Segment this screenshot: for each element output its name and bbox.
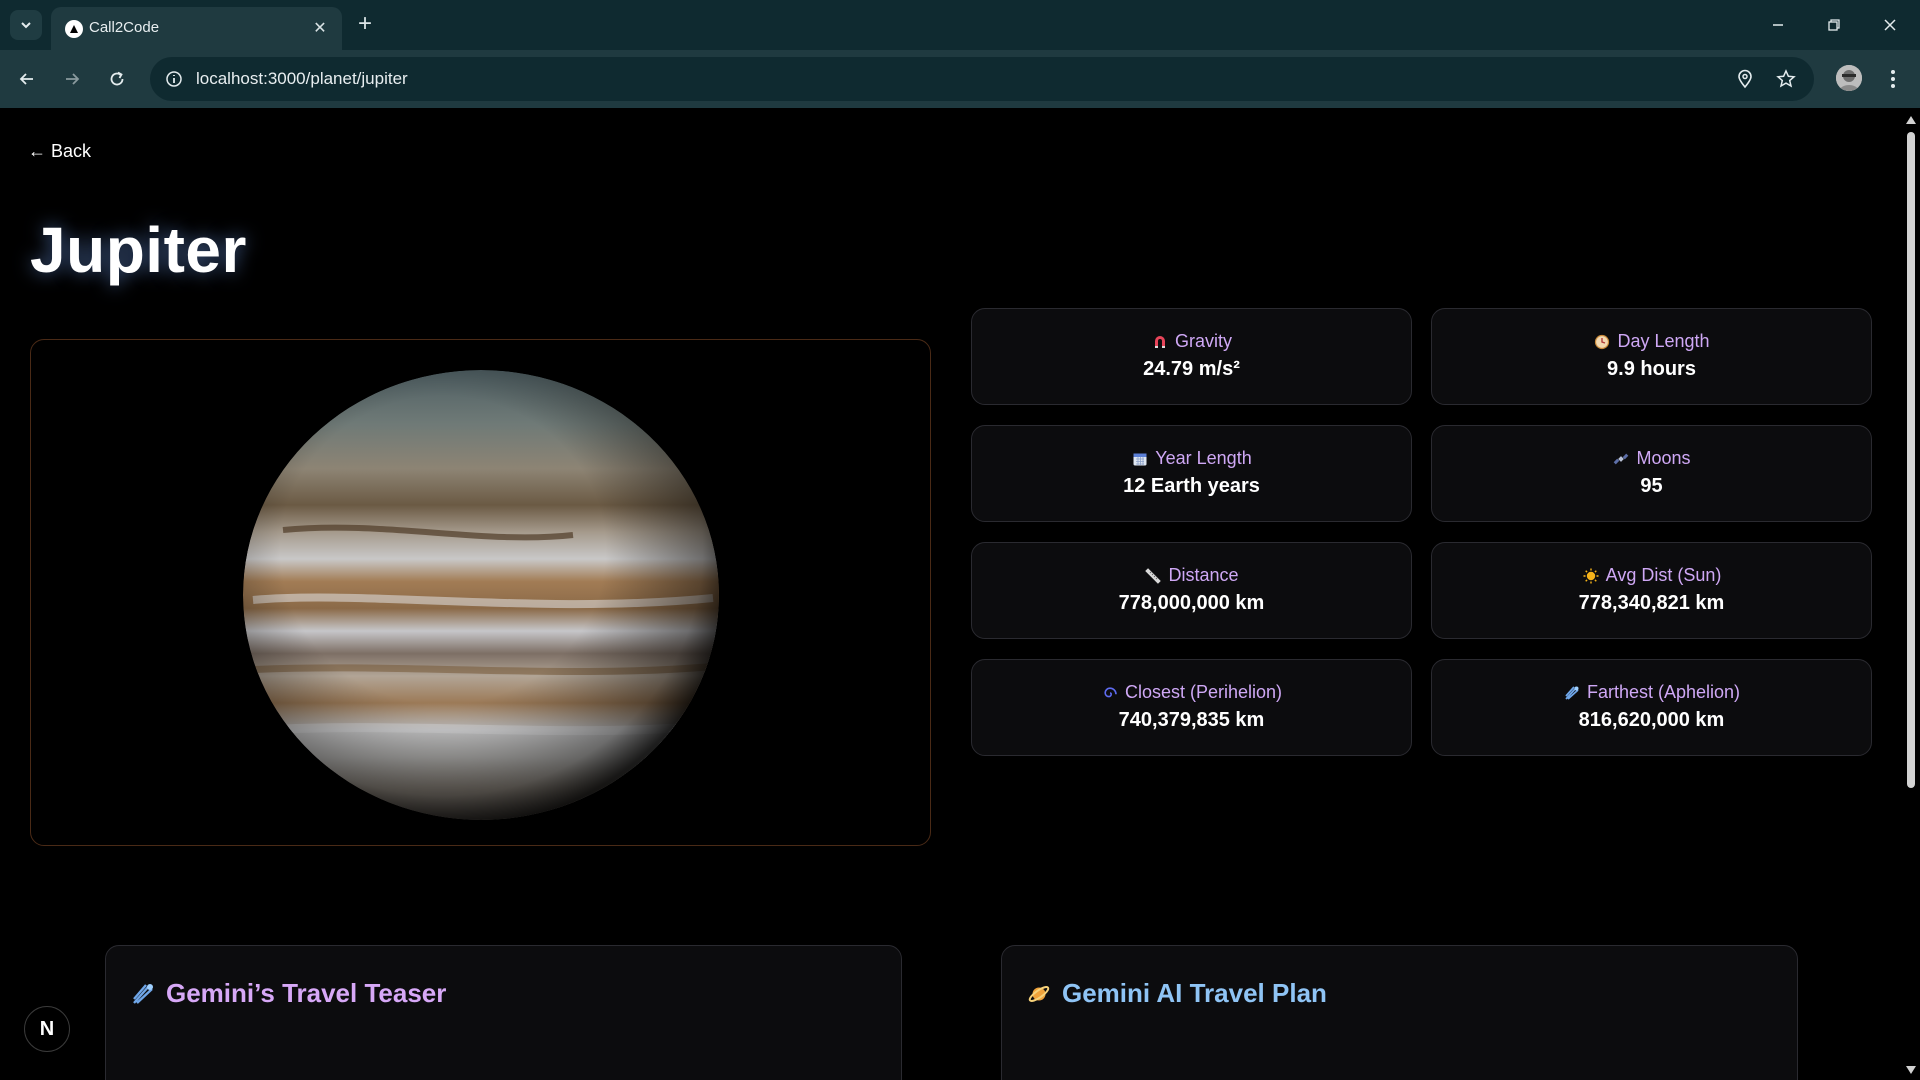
stat-card-distance: Distance 778,000,000 km: [971, 542, 1412, 639]
browser-toolbar: localhost:3000/planet/jupiter: [0, 50, 1920, 108]
arrow-right-icon: [66, 73, 80, 85]
profile-avatar[interactable]: [1836, 65, 1862, 91]
plan-title: Gemini AI Travel Plan: [1062, 978, 1327, 1008]
new-tab-button[interactable]: +: [352, 11, 378, 37]
scroll-thumb[interactable]: [1907, 132, 1915, 788]
sun-icon: [1582, 567, 1600, 585]
reload-button[interactable]: [100, 62, 134, 96]
site-info-icon[interactable]: [160, 65, 188, 93]
stat-value: 9.9 hours: [1607, 358, 1696, 380]
triangle-logo-icon: [65, 20, 83, 38]
stat-value: 778,340,821 km: [1578, 592, 1725, 614]
stat-label: Distance: [1168, 565, 1239, 585]
travel-plan-panel: Gemini AI Travel Plan: [1001, 945, 1798, 1080]
ruler-icon: [1144, 567, 1162, 585]
stat-label: Farthest (Aphelion): [1586, 682, 1741, 702]
comet-icon: [1563, 684, 1581, 702]
nextjs-dev-badge[interactable]: N: [24, 1006, 70, 1052]
teaser-title: Gemini’s Travel Teaser: [166, 978, 447, 1008]
stat-card-gravity: Gravity 24.79 m/s²: [971, 308, 1412, 405]
forward-button[interactable]: [55, 62, 89, 96]
stat-card-year-length: Year Length 12 Earth years: [971, 425, 1412, 522]
stat-label: Day Length: [1617, 331, 1710, 351]
stat-card-moons: Moons 95: [1431, 425, 1872, 522]
close-icon: [1884, 19, 1896, 31]
browser-tab[interactable]: Call2Code ✕: [51, 7, 342, 50]
back-link[interactable]: ← Back: [28, 141, 91, 162]
more-vertical-icon: [1891, 70, 1895, 88]
stat-value: 816,620,000 km: [1578, 709, 1725, 731]
close-window-button[interactable]: [1872, 10, 1908, 40]
travel-teaser-panel: Gemini’s Travel Teaser: [105, 945, 902, 1080]
page-content: ← Back Jupiter Gravity 24.79 m/s² Day Le…: [0, 108, 1902, 1080]
jupiter-planet-image: [243, 370, 719, 820]
stat-card-perihelion: Closest (Perihelion) 740,379,835 km: [971, 659, 1412, 756]
tab-title: Call2Code: [89, 19, 160, 36]
location-pin-icon[interactable]: [1733, 67, 1757, 91]
restore-button[interactable]: [1816, 10, 1852, 40]
scroll-down-arrow[interactable]: [1906, 1066, 1916, 1074]
minimize-icon: [1773, 24, 1783, 26]
scroll-up-arrow[interactable]: [1906, 116, 1916, 124]
stat-label: Avg Dist (Sun): [1605, 565, 1722, 585]
stat-value: 12 Earth years: [1123, 475, 1260, 497]
reload-icon: [110, 71, 124, 86]
stat-label: Closest (Perihelion): [1124, 682, 1283, 702]
spiral-icon: [1101, 684, 1119, 702]
stat-card-aphelion: Farthest (Aphelion) 816,620,000 km: [1431, 659, 1872, 756]
browser-menu-button[interactable]: [1880, 62, 1906, 96]
minimize-button[interactable]: [1760, 10, 1796, 40]
stat-value: 778,000,000 km: [1118, 592, 1265, 614]
stat-value: 24.79 m/s²: [1143, 358, 1240, 380]
chevron-down-icon: [21, 22, 31, 29]
arrow-left-icon: [19, 73, 33, 85]
stat-card-day-length: Day Length 9.9 hours: [1431, 308, 1872, 405]
stat-label: Gravity: [1174, 331, 1232, 351]
calendar-icon: [1131, 450, 1149, 468]
clock-icon: [1593, 333, 1611, 351]
satellite-icon: [1612, 450, 1630, 468]
planet-viewer[interactable]: [30, 339, 931, 846]
star-icon[interactable]: [1774, 67, 1798, 91]
page-title: Jupiter: [30, 214, 247, 286]
close-icon[interactable]: ✕: [310, 18, 330, 38]
tab-search-button[interactable]: [10, 10, 42, 40]
ringed-planet-icon: [1026, 981, 1052, 1007]
url-text[interactable]: localhost:3000/planet/jupiter: [196, 69, 408, 89]
comet-icon: [130, 981, 156, 1007]
stat-label: Moons: [1636, 448, 1691, 468]
address-bar[interactable]: localhost:3000/planet/jupiter: [150, 57, 1814, 101]
browser-tab-bar: Call2Code ✕ +: [0, 0, 1920, 50]
back-button[interactable]: [10, 62, 44, 96]
stat-value: 95: [1640, 475, 1663, 497]
restore-icon: [1828, 19, 1840, 31]
magnet-icon: [1151, 333, 1169, 351]
stat-value: 740,379,835 km: [1118, 709, 1265, 731]
page-scrollbar[interactable]: [1902, 108, 1920, 1080]
stat-label: Year Length: [1155, 448, 1252, 468]
stat-card-avg-dist: Avg Dist (Sun) 778,340,821 km: [1431, 542, 1872, 639]
